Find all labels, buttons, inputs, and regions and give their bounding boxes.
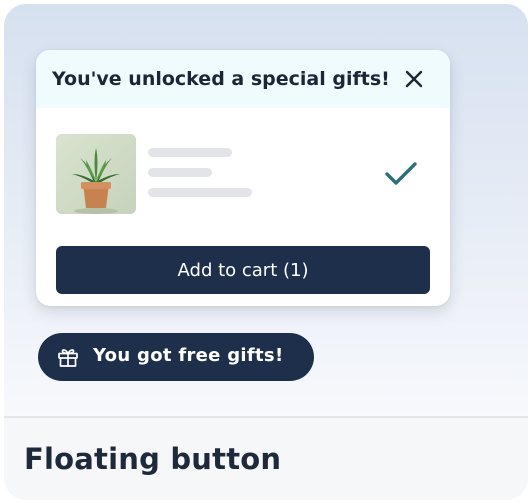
potted-plant-image <box>56 134 136 214</box>
close-icon[interactable] <box>402 67 426 91</box>
popup-title: You've unlocked a special gifts! <box>52 68 390 90</box>
card-footer: Floating button <box>4 418 528 500</box>
gift-icon <box>56 345 80 369</box>
gift-popup: You've unlocked a special gifts! Add to … <box>36 50 450 306</box>
free-gifts-floating-button[interactable]: You got free gifts! <box>38 333 314 381</box>
gift-product-row <box>56 134 436 214</box>
floating-button-label: You got free gifts! <box>93 345 284 366</box>
add-to-cart-button[interactable]: Add to cart (1) <box>56 246 430 294</box>
check-icon <box>384 160 418 188</box>
placeholder-line-2 <box>148 168 212 177</box>
preview-area: You've unlocked a special gifts! Add to … <box>4 4 528 416</box>
popup-header: You've unlocked a special gifts! <box>36 50 450 108</box>
component-preview-card: You've unlocked a special gifts! Add to … <box>4 4 528 500</box>
card-title: Floating button <box>24 442 282 476</box>
placeholder-line-3 <box>148 188 252 197</box>
placeholder-line-1 <box>148 148 232 157</box>
